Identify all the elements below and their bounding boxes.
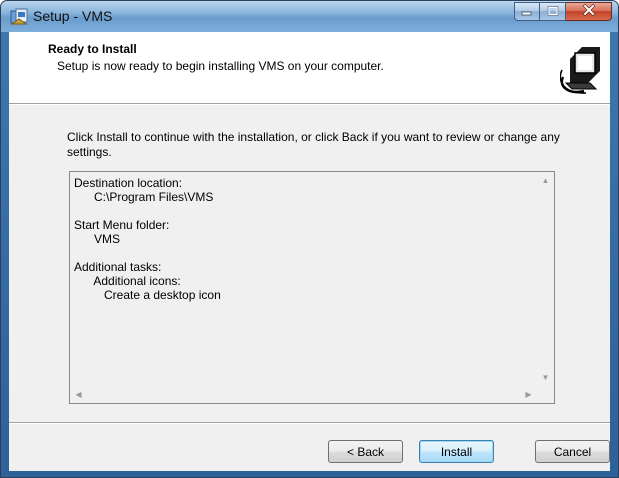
memo-line: C:\Program Files\VMS (74, 190, 214, 204)
install-button[interactable]: Install (419, 440, 494, 463)
back-button[interactable]: < Back (328, 440, 403, 463)
title-bar[interactable]: Setup - VMS (1, 1, 618, 32)
minimize-button[interactable] (514, 2, 540, 21)
close-button[interactable] (566, 2, 612, 21)
window-title: Setup - VMS (33, 8, 113, 24)
scroll-left-icon[interactable]: ◀ (70, 386, 87, 403)
setup-icon (10, 8, 28, 26)
memo-line: Start Menu folder: (74, 218, 170, 232)
scroll-down-icon[interactable]: ▼ (537, 369, 554, 386)
minimize-icon (521, 3, 533, 21)
page-title: Ready to Install (48, 42, 137, 56)
vertical-scrollbar[interactable]: ▲ ▼ (537, 172, 554, 386)
header-separator (9, 103, 610, 105)
horizontal-scrollbar[interactable]: ◀ ▶ (70, 386, 537, 403)
computer-install-icon (559, 37, 608, 97)
caption-buttons (514, 2, 612, 21)
maximize-icon (547, 3, 559, 21)
memo-line (74, 204, 532, 218)
instruction-text: Click Install to continue with the insta… (67, 130, 560, 159)
page-subtitle: Setup is now ready to begin installing V… (57, 59, 384, 73)
cancel-button[interactable]: Cancel (535, 440, 610, 463)
wizard-client-area: Ready to Install Setup is now ready to b… (9, 32, 610, 471)
memo-line: Destination location: (74, 176, 183, 190)
setup-window: Setup - VMS Ready to Install Setup is no… (0, 0, 619, 478)
footer-separator (9, 422, 610, 424)
memo-line: Create a desktop icon (74, 288, 221, 302)
ready-memo[interactable]: Destination location: C:\Program Files\V… (69, 171, 555, 404)
memo-line: VMS (74, 232, 121, 246)
memo-line: Additional tasks: (74, 260, 162, 274)
wizard-header: Ready to Install Setup is now ready to b… (9, 32, 610, 103)
maximize-button[interactable] (540, 2, 566, 21)
scroll-up-icon[interactable]: ▲ (537, 172, 554, 189)
memo-line (74, 246, 532, 260)
ready-memo-text: Destination location: C:\Program Files\V… (70, 172, 536, 385)
scroll-right-icon[interactable]: ▶ (520, 386, 537, 403)
memo-line: Additional icons: (74, 274, 181, 288)
close-icon (582, 3, 596, 21)
